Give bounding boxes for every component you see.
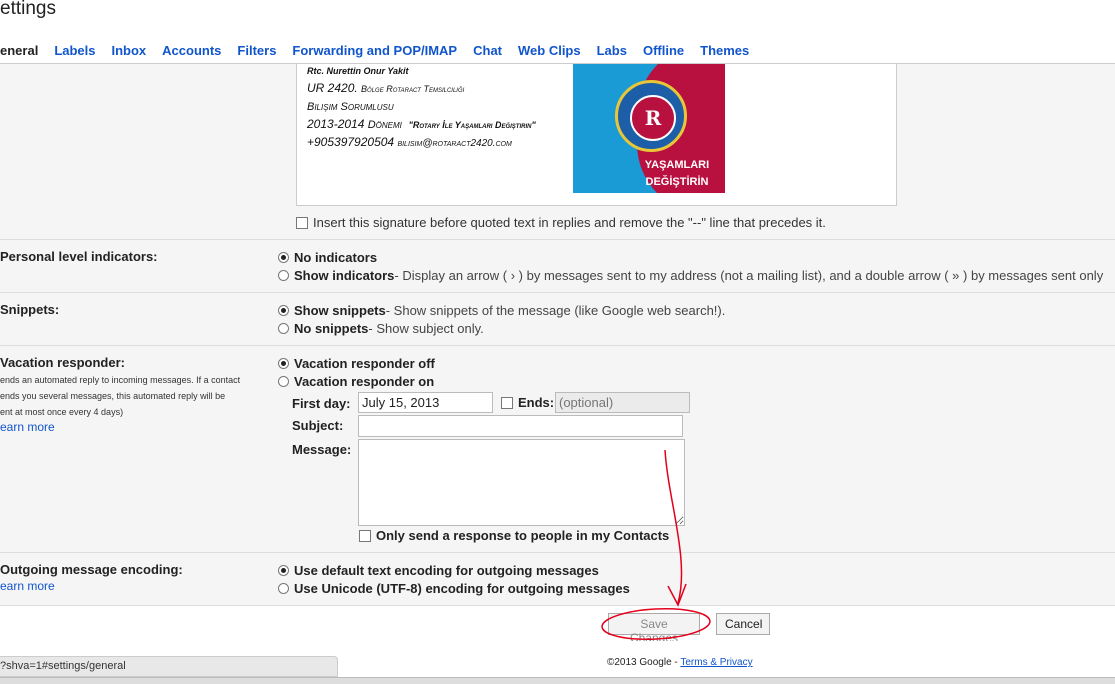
utf8-encoding-option[interactable]: Use Unicode (UTF-8) encoding for outgoin… [278, 581, 630, 596]
vacation-desc-line-1: ends an automated reply to incoming mess… [0, 375, 241, 385]
row-divider [0, 345, 1115, 346]
copyright: ©2013 Google - Terms & Privacy [607, 657, 753, 668]
tab-labs[interactable]: Labs [597, 43, 627, 63]
rotaract-logo: R YAŞAMLARI DEĞİŞTİRİN [573, 64, 725, 193]
show-snippets-radio[interactable] [278, 305, 289, 316]
no-indicators-radio[interactable] [278, 252, 289, 263]
signature-email: bilisim@rotaract2420.com [397, 138, 512, 149]
contacts-only-option[interactable]: Only send a response to people in my Con… [359, 528, 669, 543]
tab-general[interactable]: eneral [0, 43, 38, 63]
cancel-button[interactable]: Cancel [716, 613, 770, 635]
show-indicators-option[interactable]: Show indicators - Display an arrow ( › )… [278, 268, 1103, 283]
show-snippets-desc: - Show snippets of the message (like Goo… [385, 303, 726, 318]
vacation-off-radio[interactable] [278, 358, 289, 369]
tab-labels[interactable]: Labels [54, 43, 95, 63]
tab-forwarding[interactable]: Forwarding and POP/IMAP [292, 43, 457, 63]
no-indicators-option[interactable]: No indicators [278, 250, 377, 265]
subject-input[interactable] [358, 415, 683, 437]
utf8-encoding-label: Use Unicode (UTF-8) encoding for outgoin… [294, 581, 630, 596]
signature-motto: "Rotary İle Yaşamları Değiştirin" [408, 120, 536, 130]
status-url-bar: ?shva=1#settings/general [0, 656, 338, 677]
tab-offline[interactable]: Offline [643, 43, 684, 63]
signature-phone: +905397920504 [307, 135, 395, 149]
row-divider [0, 292, 1115, 293]
default-encoding-label: Use default text encoding for outgoing m… [294, 563, 599, 578]
logo-letter: R [630, 95, 676, 141]
show-snippets-option[interactable]: Show snippets - Show snippets of the mes… [278, 303, 725, 318]
logo-line-1: YAŞAMLARI [644, 159, 710, 171]
contacts-only-checkbox[interactable] [359, 529, 371, 542]
tab-themes[interactable]: Themes [700, 43, 749, 63]
signature-term-label: Dönemi [367, 119, 402, 131]
signature-editor[interactable]: Rtc. Nurettin Onur Yakit UR 2420. Bölge … [296, 64, 897, 206]
encoding-label: Outgoing message encoding: [0, 562, 183, 577]
vacation-desc-line-2: ends you several messages, this automate… [0, 391, 226, 401]
page-title: ettings [0, 0, 56, 19]
vacation-off-option[interactable]: Vacation responder off [278, 356, 435, 371]
snippets-label: Snippets: [0, 302, 60, 317]
signature-district: UR 2420. [307, 81, 358, 95]
show-indicators-radio[interactable] [278, 270, 289, 281]
vacation-on-radio[interactable] [278, 376, 289, 387]
vacation-description: ends an automated reply to incoming mess… [0, 372, 270, 420]
no-snippets-option[interactable]: No snippets - Show subject only. [278, 321, 484, 336]
first-day-input[interactable] [358, 392, 493, 413]
signature-district-title: Bölge Rotaract Temsilciliği [361, 84, 465, 94]
contacts-only-label: Only send a response to people in my Con… [376, 528, 670, 543]
terms-privacy-link[interactable]: Terms & Privacy [680, 657, 752, 668]
subject-label: Subject: [292, 418, 344, 433]
vacation-on-option[interactable]: Vacation responder on [278, 374, 434, 389]
signature-role: Bilişim Sorumlusu [307, 101, 394, 113]
tab-inbox[interactable]: Inbox [112, 43, 147, 63]
vacation-off-label: Vacation responder off [294, 356, 435, 371]
first-day-label: First day: [292, 396, 351, 411]
settings-tabs: eneral Labels Inbox Accounts Filters For… [0, 43, 765, 63]
message-label: Message: [292, 442, 352, 457]
vacation-label: Vacation responder: [0, 355, 125, 370]
logo-ring: R [615, 80, 687, 152]
vacation-on-label: Vacation responder on [294, 374, 435, 389]
ends-checkbox[interactable] [501, 396, 513, 409]
encoding-learn-more-link[interactable]: earn more [0, 579, 55, 593]
no-snippets-label: No snippets [294, 321, 369, 336]
no-snippets-desc: - Show subject only. [368, 321, 484, 336]
show-snippets-label: Show snippets [294, 303, 386, 318]
show-indicators-label: Show indicators [294, 268, 395, 283]
row-divider [0, 552, 1115, 553]
message-textarea[interactable] [358, 439, 685, 526]
insert-signature-checkbox[interactable] [296, 216, 308, 229]
save-changes-button[interactable]: Save Changes [608, 613, 700, 645]
logo-line-2: DEĞİŞTİRİN [645, 176, 709, 188]
row-divider [0, 605, 1115, 606]
vacation-desc-line-3: ent at most once every 4 days) [0, 407, 124, 417]
insert-signature-label: Insert this signature before quoted text… [313, 215, 826, 230]
ends-option[interactable]: Ends: [501, 395, 554, 410]
vacation-learn-more-link[interactable]: earn more [0, 420, 55, 434]
signature-name: Rtc. Nurettin Onur Yakit [307, 66, 409, 76]
tab-chat[interactable]: Chat [473, 43, 502, 63]
settings-content: Rtc. Nurettin Onur Yakit UR 2420. Bölge … [0, 64, 1115, 606]
default-encoding-option[interactable]: Use default text encoding for outgoing m… [278, 563, 599, 578]
copyright-text: ©2013 Google - [607, 657, 681, 668]
signature-text: Rtc. Nurettin Onur Yakit UR 2420. Bölge … [307, 64, 536, 152]
no-snippets-radio[interactable] [278, 323, 289, 334]
tab-accounts[interactable]: Accounts [162, 43, 221, 63]
tab-web-clips[interactable]: Web Clips [518, 43, 581, 63]
signature-term: 2013-2014 [307, 117, 365, 131]
utf8-encoding-radio[interactable] [278, 583, 289, 594]
personal-level-label: Personal level indicators: [0, 249, 158, 264]
row-divider [0, 239, 1115, 240]
default-encoding-radio[interactable] [278, 565, 289, 576]
no-indicators-label: No indicators [294, 250, 378, 265]
insert-signature-option[interactable]: Insert this signature before quoted text… [296, 215, 826, 230]
ends-date-input[interactable] [555, 392, 690, 413]
ends-label: Ends: [518, 395, 555, 410]
tab-filters[interactable]: Filters [237, 43, 276, 63]
show-indicators-desc: - Display an arrow ( › ) by messages sen… [394, 268, 1104, 283]
